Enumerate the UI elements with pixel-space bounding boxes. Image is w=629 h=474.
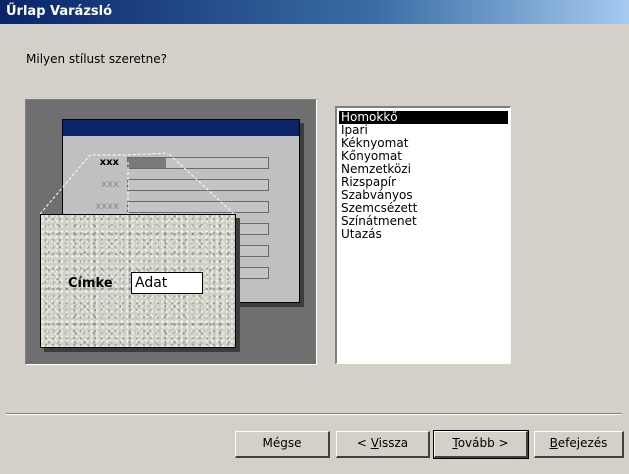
button-separator (6, 413, 622, 415)
window-title: Űrlap Varázsló (0, 0, 629, 24)
back-button-accel: V (370, 436, 379, 450)
back-button[interactable]: < Vissza (336, 431, 430, 458)
finish-button-accel: B (549, 436, 558, 450)
back-button-prefix: < (356, 436, 371, 450)
preview-zoom-label: Címke (68, 276, 113, 291)
style-listbox[interactable]: Homokkő Ipari Kéknyomat Kőnyomat Nemzetk… (335, 106, 511, 364)
finish-button-rest: efejezés (557, 436, 608, 450)
back-button-rest: issza (378, 436, 409, 450)
preview-zoom-field: Adat (131, 272, 203, 294)
preview-zoom-box: Címke Adat (40, 214, 236, 348)
finish-button[interactable]: Befejezés (534, 431, 624, 458)
cancel-button[interactable]: Mégse (235, 431, 330, 458)
next-button-rest: ovább > (457, 436, 509, 450)
style-preview: xxx xxx xxxx Címke Adat (25, 99, 317, 365)
prompt-text: Milyen stílust szeretne? (26, 52, 167, 66)
next-button[interactable]: Tovább > (433, 430, 529, 459)
list-item[interactable]: Utazás (339, 228, 508, 241)
cancel-button-label: Mégse (262, 436, 302, 450)
